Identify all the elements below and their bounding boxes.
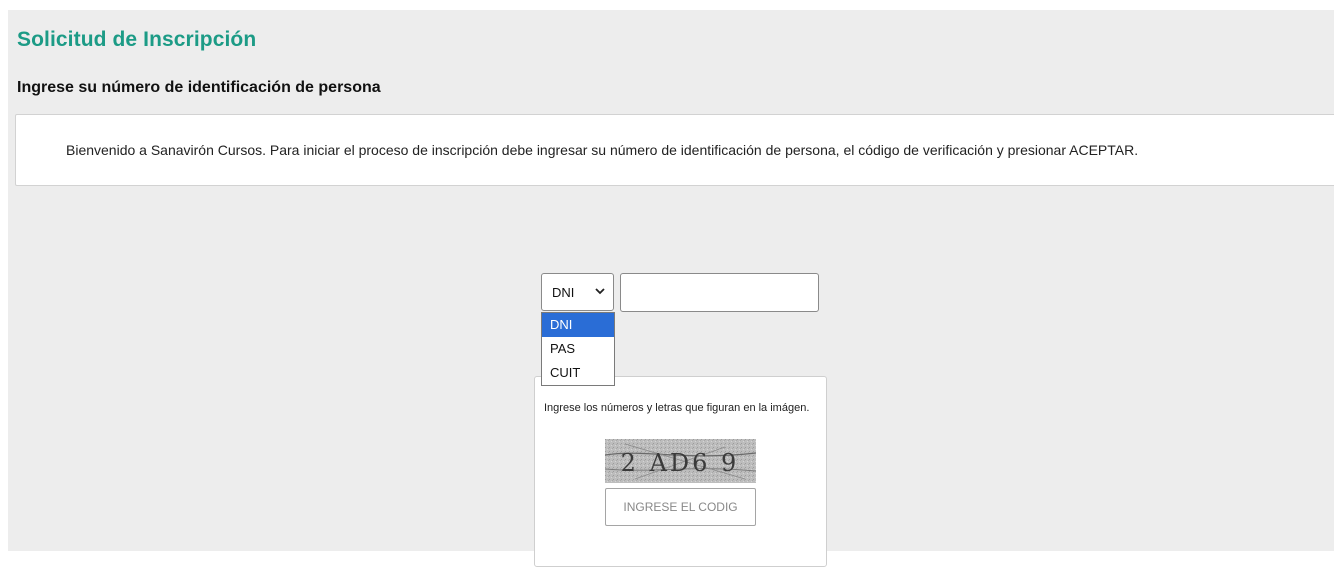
document-type-dropdown: DNI PAS CUIT xyxy=(541,312,615,386)
captcha-text: 2 AD6 9 xyxy=(621,449,740,477)
document-type-select[interactable]: DNI xyxy=(541,273,614,311)
dropdown-option-dni[interactable]: DNI xyxy=(542,313,614,337)
captcha-image: 2 AD6 9 xyxy=(605,439,756,483)
welcome-message: Bienvenido a Sanavirón Cursos. Para inic… xyxy=(66,142,1139,158)
chevron-down-icon xyxy=(595,288,605,295)
page-subtitle: Ingrese su número de identificación de p… xyxy=(17,79,381,96)
welcome-panel: Bienvenido a Sanavirón Cursos. Para inic… xyxy=(15,114,1334,186)
dropdown-option-cuit[interactable]: CUIT xyxy=(542,361,614,385)
captcha-code-input[interactable] xyxy=(605,488,756,526)
captcha-instruction: Ingrese los números y letras que figuran… xyxy=(544,402,810,414)
document-type-selected-value: DNI xyxy=(552,285,575,300)
page-background: Solicitud de Inscripción Ingrese su núme… xyxy=(8,10,1334,567)
page-title: Solicitud de Inscripción xyxy=(17,28,257,51)
document-number-input[interactable] xyxy=(620,273,819,312)
dropdown-option-pas[interactable]: PAS xyxy=(542,337,614,361)
captcha-panel: Ingrese los números y letras que figuran… xyxy=(534,376,827,567)
